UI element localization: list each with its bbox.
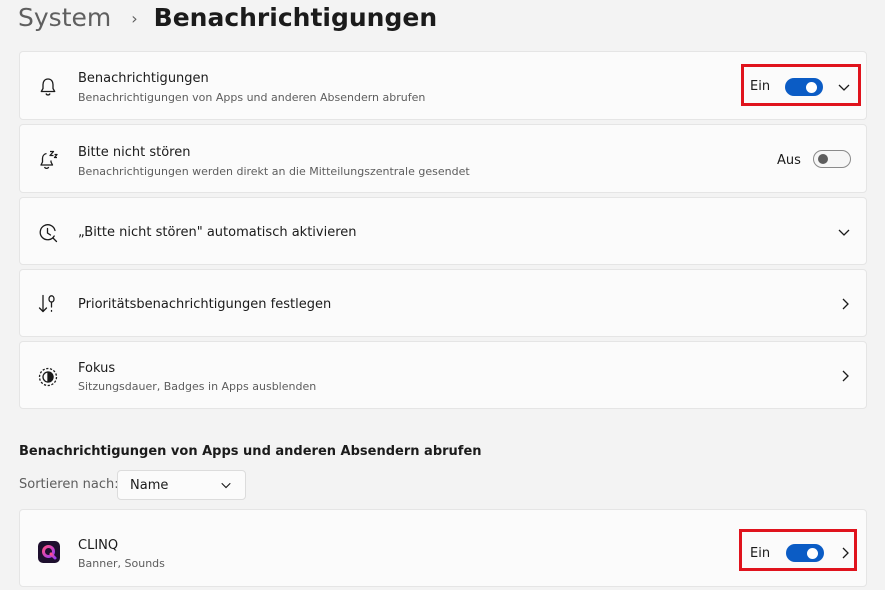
focus-card[interactable]: Fokus Sitzungsdauer, Badges in Apps ausb… — [19, 341, 867, 409]
priority-sort-icon — [36, 292, 60, 316]
priority-notifications-card[interactable]: Prioritätsbenachrichtigungen festlegen — [19, 269, 867, 337]
sort-selected-value: Name — [130, 478, 169, 493]
notifications-title: Benachrichtigungen — [78, 71, 209, 86]
focus-icon — [36, 365, 60, 389]
navigate-chevron-right-icon[interactable] — [838, 369, 852, 383]
do-not-disturb-state-label: Aus — [777, 153, 801, 168]
do-not-disturb-subtitle: Benachrichtigungen werden direkt an die … — [78, 165, 470, 178]
apps-section-header: Benachrichtigungen von Apps und anderen … — [19, 444, 482, 459]
bell-icon — [36, 75, 60, 99]
breadcrumb-system[interactable]: System — [18, 3, 111, 32]
notifications-settings-page: System › Benachrichtigungen Benachrichti… — [0, 0, 885, 590]
app-subtitle: Banner, Sounds — [78, 557, 165, 570]
do-not-disturb-title: Bitte nicht stören — [78, 145, 191, 160]
app-name: CLINQ — [78, 538, 119, 553]
clock-icon — [36, 221, 60, 245]
do-not-disturb-setting-card: Bitte nicht stören Benachrichtigungen we… — [19, 124, 867, 193]
auto-do-not-disturb-card[interactable]: „Bitte nicht stören" automatisch aktivie… — [19, 197, 867, 265]
expand-chevron-down-icon[interactable] — [837, 225, 851, 239]
focus-subtitle: Sitzungsdauer, Badges in Apps ausblenden — [78, 380, 317, 393]
bell-snooze-icon — [36, 148, 60, 172]
do-not-disturb-toggle[interactable] — [813, 150, 851, 168]
breadcrumb-separator: › — [131, 8, 138, 28]
breadcrumb: System › Benachrichtigungen — [18, 0, 437, 34]
auto-do-not-disturb-title: „Bitte nicht stören" automatisch aktivie… — [78, 225, 357, 240]
priority-notifications-title: Prioritätsbenachrichtigungen festlegen — [78, 297, 332, 312]
navigate-chevron-right-icon[interactable] — [838, 297, 852, 311]
toggle-knob — [818, 154, 828, 164]
sort-select[interactable]: Name — [117, 470, 246, 500]
clinq-app-icon — [38, 541, 60, 563]
sort-label: Sortieren nach: — [19, 477, 119, 492]
page-title: Benachrichtigungen — [153, 2, 438, 32]
focus-title: Fokus — [78, 361, 116, 376]
highlight-box-notifications-toggle — [741, 64, 861, 106]
highlight-box-app-toggle — [739, 529, 857, 571]
notifications-setting-card[interactable]: Benachrichtigungen Benachrichtigungen vo… — [19, 51, 867, 120]
notifications-subtitle: Benachrichtigungen von Apps und anderen … — [78, 91, 426, 104]
chevron-down-icon — [220, 479, 232, 491]
